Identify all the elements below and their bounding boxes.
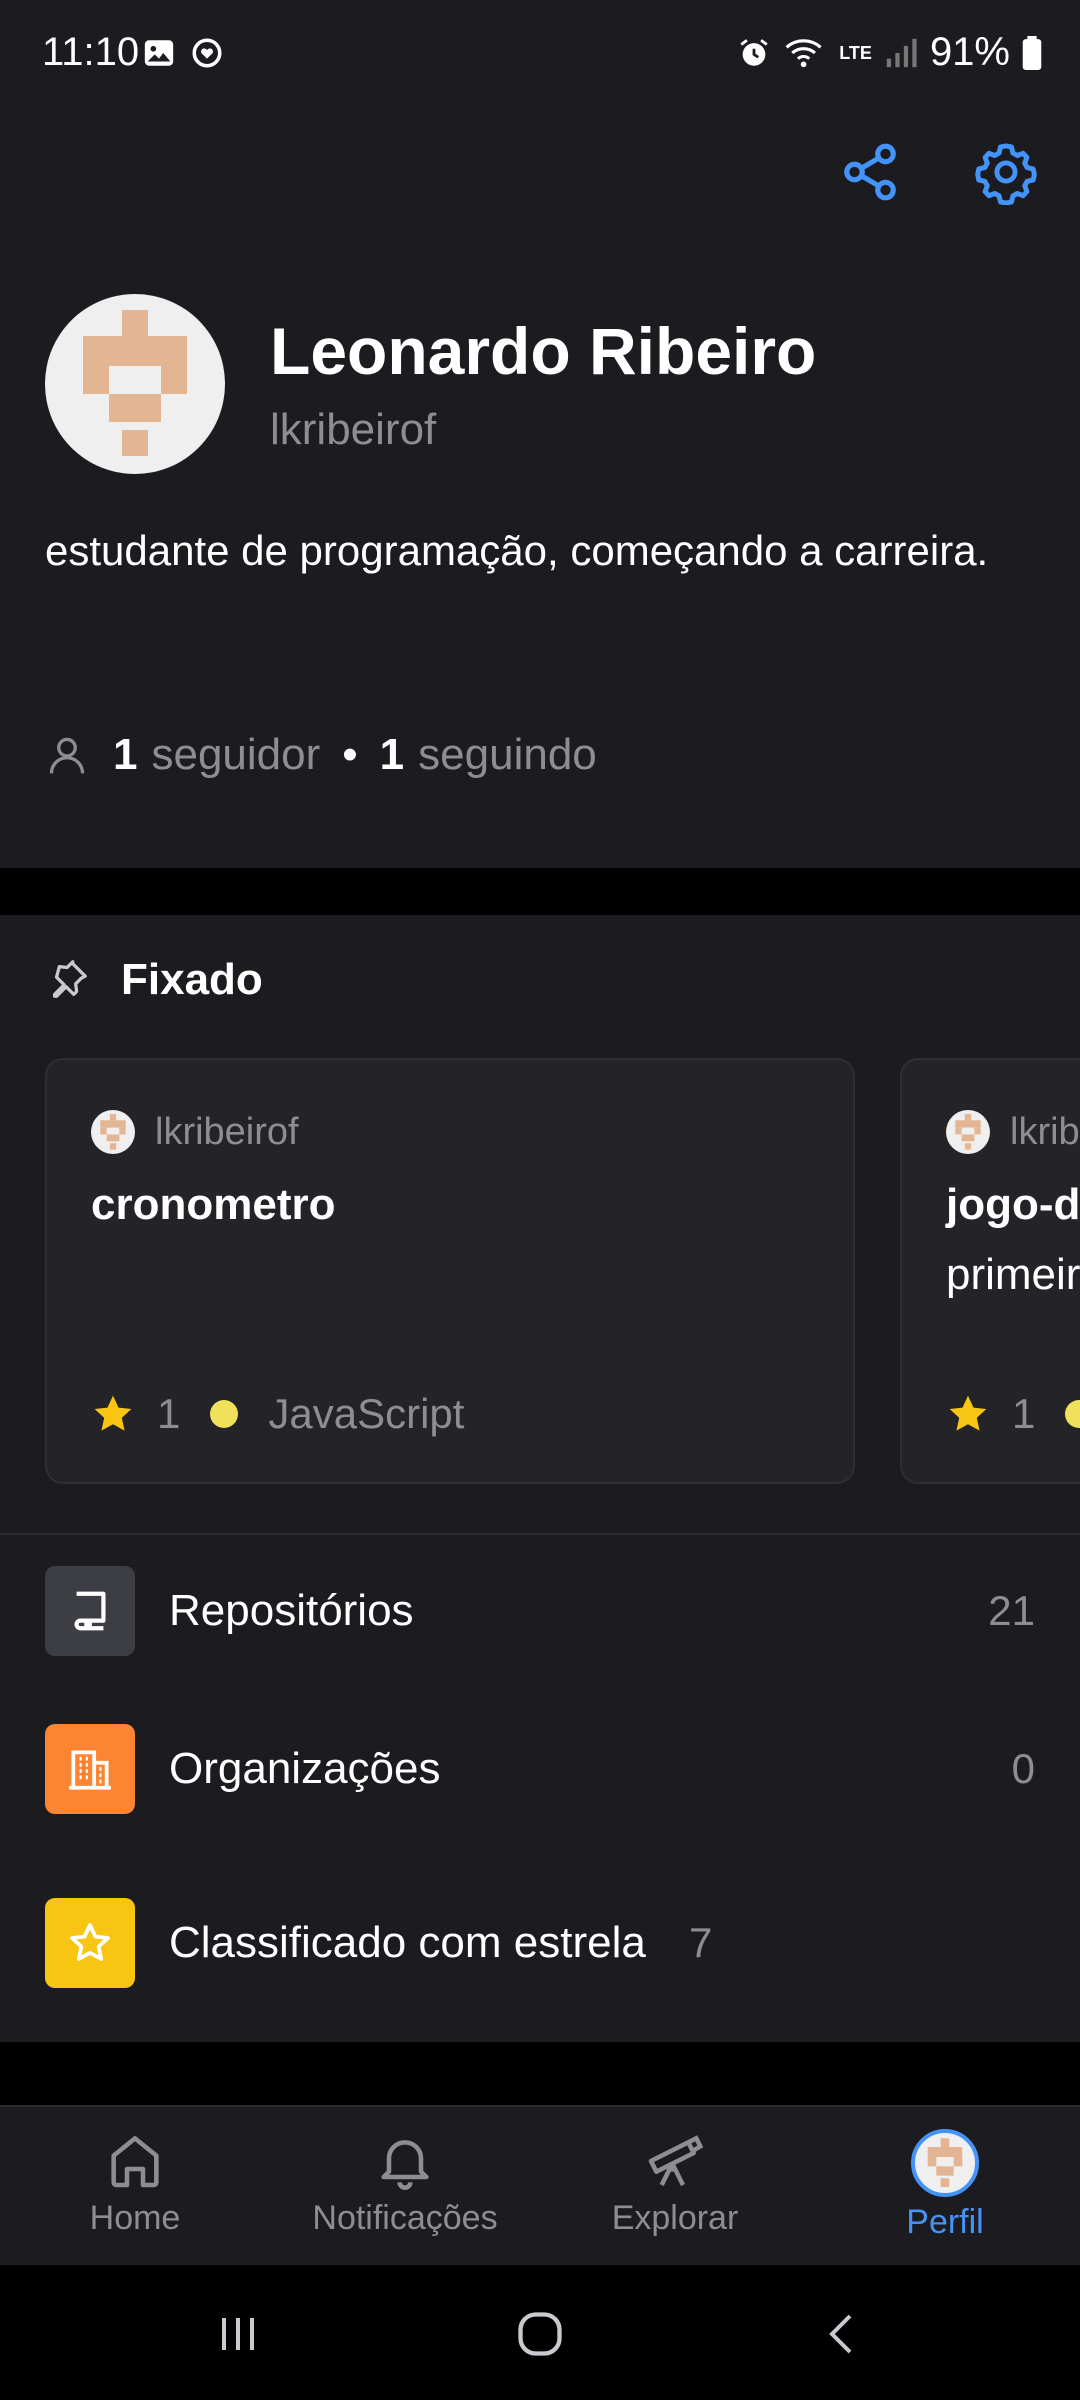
menu-label: Classificado com estrela — [169, 1918, 646, 1967]
menu-count: 7 — [689, 1919, 713, 1966]
menu-item-organizations[interactable]: Organizações 0 — [45, 1724, 1035, 1814]
back-icon — [829, 2314, 852, 2354]
nav-label: Home — [89, 2199, 181, 2237]
following-label: seguindo — [418, 730, 597, 779]
profile-bio: estudante de programação, começando a ca… — [45, 527, 989, 574]
section-divider — [0, 1533, 1080, 1535]
home-icon — [111, 2136, 159, 2188]
signal-icon — [886, 38, 917, 67]
recent-apps-button[interactable] — [198, 2299, 278, 2369]
nav-home[interactable]: Home — [0, 2107, 270, 2267]
repo-name: cronometro — [91, 1180, 336, 1229]
telescope-icon — [648, 2135, 704, 2187]
owner-avatar — [91, 1110, 135, 1154]
profile-section: Leonardo Ribeiro lkribeirof estudante de… — [0, 110, 1080, 868]
starred-icon-tile — [45, 1898, 135, 1988]
organization-icon-tile — [45, 1724, 135, 1814]
recents-icon — [222, 2318, 254, 2350]
followers-count: 1 — [113, 730, 138, 779]
gallery-notification-icon — [144, 40, 174, 66]
pinned-repo-card[interactable]: lkribeirof cronometro 1 JavaScript — [45, 1058, 855, 1484]
repo-owner-name: lkribeirof — [155, 1110, 299, 1153]
home-circle-icon — [518, 2312, 562, 2356]
bottom-navigation: Home Notificações Explorar Perfil — [0, 2105, 1080, 2265]
organization-icon — [69, 1750, 111, 1790]
repo-meta: 1 — [946, 1390, 1080, 1438]
share-icon — [844, 143, 896, 201]
settings-button[interactable] — [968, 134, 1044, 210]
menu-item-starred[interactable]: Classificado com estrela 7 — [45, 1881, 1035, 2005]
menu-item-repositories[interactable]: Repositórios 21 — [45, 1566, 1035, 1656]
battery-percentage: 91% — [929, 30, 1010, 74]
status-time: 11:10 — [42, 30, 140, 74]
repo-stars: 1 — [1012, 1390, 1036, 1437]
followers-label: seguidor — [151, 730, 321, 779]
repo-language: JavaScript — [268, 1390, 465, 1437]
nav-profile[interactable]: Perfil — [810, 2107, 1080, 2267]
menu-count: 0 — [1011, 1745, 1035, 1792]
back-button[interactable] — [802, 2299, 882, 2369]
battery-icon — [1022, 35, 1042, 70]
profile-actions — [832, 134, 1044, 210]
person-icon — [49, 737, 85, 774]
avatar — [911, 2129, 979, 2197]
status-bar: 11:10 LTE 91% — [0, 0, 1080, 110]
identicon-avatar — [83, 310, 187, 456]
status-right-icons: LTE 91% — [737, 30, 1042, 75]
repo-icon — [74, 1591, 106, 1631]
wifi-icon — [785, 38, 822, 67]
menu-count: 21 — [988, 1587, 1035, 1634]
profile-name: Leonardo Ribeiro — [270, 314, 817, 388]
star-icon — [949, 1395, 987, 1431]
star-icon — [94, 1395, 132, 1431]
repo-icon-tile — [45, 1566, 135, 1656]
pinned-repo-card[interactable]: lkrib jogo-d primeir 1 — [900, 1058, 1080, 1484]
nav-label: Explorar — [611, 2199, 739, 2237]
home-system-button[interactable] — [500, 2299, 580, 2369]
follow-stats[interactable]: 1 seguidor • 1 seguindo — [45, 730, 597, 780]
nav-label: Notificações — [312, 2199, 498, 2237]
profile-avatar[interactable] — [45, 294, 225, 474]
language-color-dot — [1065, 1400, 1080, 1428]
pinned-header: Fixado — [45, 955, 263, 1005]
language-color-dot — [210, 1400, 239, 1428]
system-navigation-bar — [0, 2265, 1080, 2400]
pin-icon — [52, 960, 87, 998]
profile-username: lkribeirof — [270, 405, 437, 454]
repo-name: jogo-d — [946, 1180, 1080, 1229]
nav-explore[interactable]: Explorar — [540, 2107, 810, 2267]
follow-separator: • — [342, 730, 358, 779]
repo-owner: lkribeirof — [91, 1110, 299, 1154]
pinned-section: Fixado lkribeirof cronometro 1 JavaScrip… — [0, 915, 1080, 2042]
repo-owner: lkrib — [946, 1110, 1080, 1154]
screen: 11:10 LTE 91% Leonardo Ribeiro lkribeiro… — [0, 0, 1080, 2400]
alarm-icon — [740, 38, 768, 66]
gear-icon — [975, 143, 1037, 205]
repo-description: primeir — [946, 1250, 1080, 1299]
star-outline-icon — [70, 1923, 110, 1961]
nav-notifications[interactable]: Notificações — [270, 2107, 540, 2267]
bell-icon — [381, 2140, 429, 2190]
lte-indicator: LTE — [839, 42, 872, 63]
menu-label: Organizações — [169, 1744, 441, 1793]
owner-avatar — [946, 1110, 990, 1154]
pinned-title: Fixado — [121, 955, 263, 1004]
repo-stars: 1 — [157, 1390, 181, 1437]
nav-label: Perfil — [906, 2203, 984, 2241]
following-count: 1 — [379, 730, 405, 779]
health-notification-icon — [192, 38, 222, 68]
status-left-icons — [142, 36, 224, 70]
menu-label: Repositórios — [169, 1586, 414, 1635]
repo-meta: 1 JavaScript — [91, 1390, 464, 1438]
repo-owner-name: lkrib — [1010, 1110, 1080, 1153]
share-button[interactable] — [832, 134, 908, 210]
